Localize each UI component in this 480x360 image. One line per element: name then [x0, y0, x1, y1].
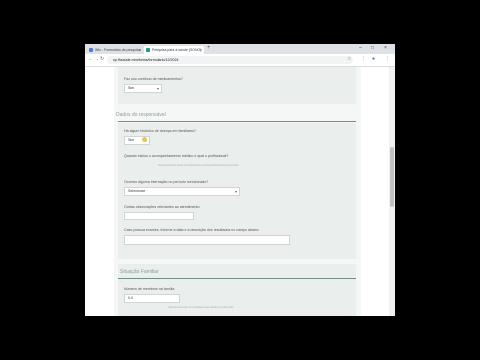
tab-label: Wix - Formulário de pesquisa — [95, 48, 141, 52]
clinical-section-card: Há algum histórico de doença em familiar… — [118, 123, 356, 259]
maximize-button[interactable]: □ — [371, 45, 374, 51]
field-hint: Descreva brevemente os tratamentos e aco… — [158, 164, 239, 167]
section-divider — [118, 121, 356, 122]
question-label: Outras observações relevantes ao atendim… — [124, 205, 200, 209]
observations-input[interactable] — [124, 212, 194, 220]
minimize-button[interactable]: – — [359, 45, 362, 51]
tab-close-icon[interactable]: × — [139, 46, 141, 54]
back-button[interactable]: ← — [88, 56, 93, 62]
profile-avatar-icon[interactable]: ● — [372, 56, 375, 62]
tab-form-active[interactable]: Pesquisa para a saúde (SONO) × — [144, 46, 204, 54]
tab-wix[interactable]: Wix - Formulário de pesquisa × — [87, 46, 143, 54]
select-value: Selecionar — [128, 189, 145, 193]
tab-close-icon[interactable]: × — [200, 46, 202, 54]
page-viewport: Faz uso contínuo de medicamentos? Sim ▾ … — [85, 67, 395, 316]
section-title-responsavel: Dados do responsável — [116, 112, 166, 118]
forward-button[interactable]: → — [94, 56, 99, 62]
mouse-cursor-highlight — [142, 137, 147, 142]
question-label: Quando iniciou o acompanhamento médico e… — [124, 154, 229, 158]
tab-strip: Wix - Formulário de pesquisa × Pesquisa … — [85, 44, 395, 54]
close-window-button[interactable]: × — [384, 45, 387, 51]
scrollbar-thumb[interactable] — [390, 147, 394, 207]
select-value: Sim — [128, 138, 135, 142]
exams-input[interactable] — [124, 235, 290, 245]
chevron-down-icon: ▾ — [234, 189, 237, 194]
browser-menu-icon[interactable]: ⋮ — [385, 56, 390, 62]
hospitalization-select[interactable]: Selecionar ▾ — [124, 187, 240, 196]
question-label: Faz uso contínuo de medicamentos? — [124, 77, 183, 81]
bookmark-star-icon[interactable]: ☆ — [347, 56, 351, 62]
prior-section-card: Faz uso contínuo de medicamentos? Sim ▾ — [118, 67, 356, 104]
address-bar-row: ← → ↻ sp.fhsaúde.mm/forms/formulario/12/… — [85, 54, 395, 67]
question-label: Caso possua exames, informe a data e a d… — [124, 228, 259, 232]
medication-select[interactable]: Sim ▾ — [124, 84, 162, 93]
form-favicon-icon — [146, 48, 150, 52]
wix-favicon-icon — [89, 48, 93, 52]
extensions-icon[interactable]: ⋮ — [361, 56, 366, 62]
family-section-card: Situação Familiar Número de membros na f… — [118, 264, 356, 316]
select-value: Sim — [128, 86, 135, 90]
question-label: Ocorreu alguma internação no período men… — [124, 180, 209, 184]
question-label: Há algum histórico de doença em familiar… — [124, 129, 196, 133]
scrollbar[interactable] — [389, 67, 395, 316]
browser-window: Wix - Formulário de pesquisa × Pesquisa … — [85, 44, 395, 316]
tab-label: Pesquisa para a saúde (SONO) — [152, 48, 202, 52]
field-hint: Informe somente os moradores que residem… — [168, 306, 234, 309]
question-label: Número de membros na família — [124, 287, 175, 291]
section-divider — [118, 278, 356, 279]
section-title-familiar: Situação Familiar — [120, 269, 159, 275]
url-field[interactable]: sp.fhsaúde.mm/forms/formulario/12/2024 — [107, 56, 353, 64]
form-page: Faz uso contínuo de medicamentos? Sim ▾ … — [114, 67, 361, 316]
reload-button[interactable]: ↻ — [100, 56, 104, 62]
family-members-input[interactable]: 0.0 — [124, 294, 180, 303]
new-tab-button[interactable]: + — [207, 45, 211, 51]
chevron-down-icon: ▾ — [156, 86, 159, 91]
